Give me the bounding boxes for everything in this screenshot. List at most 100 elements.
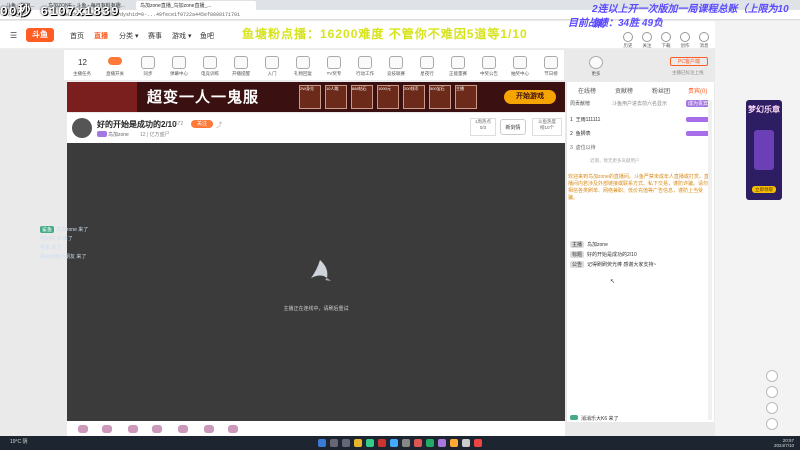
toolbar-label[interactable]: 主播任务 — [68, 71, 96, 77]
promo-card[interactable]: 梦幻乐章 立即领取 — [746, 100, 782, 200]
tab-vip[interactable]: 贵宾(0) — [688, 86, 707, 95]
work-icon[interactable] — [358, 56, 372, 69]
gift-reply-icon[interactable] — [296, 56, 310, 69]
anchor-name[interactable]: 鸟加zone — [108, 131, 129, 138]
toolbar-label[interactable]: 同步 — [134, 71, 162, 77]
nav-fishbar[interactable]: 鱼吧 — [200, 31, 214, 41]
app-icon[interactable] — [766, 370, 778, 382]
download-icon[interactable] — [661, 32, 671, 42]
feedback-icon[interactable] — [766, 402, 778, 414]
browser-icon[interactable] — [366, 439, 374, 447]
become-vip-button[interactable]: 成为贵宾 — [686, 100, 711, 107]
tab-fanclub[interactable]: 粉丝团 — [652, 86, 670, 95]
search-icon[interactable] — [330, 439, 338, 447]
esports-icon[interactable] — [203, 56, 217, 69]
tv-icon[interactable] — [327, 56, 341, 69]
app-icon[interactable] — [426, 439, 434, 447]
reminder-icon[interactable] — [234, 56, 248, 69]
reward-card: 1000元 — [377, 85, 399, 109]
rank-row[interactable]: 2 鱼狮表 — [570, 130, 591, 137]
gift-icon[interactable] — [78, 425, 88, 433]
start-icon[interactable] — [318, 439, 326, 447]
weather-widget[interactable]: 19°C 阴 — [10, 438, 28, 445]
app-icon[interactable] — [378, 439, 386, 447]
gift-icon[interactable] — [128, 425, 138, 433]
lottery-center-icon[interactable] — [513, 56, 527, 69]
gift-icon[interactable] — [178, 425, 188, 433]
toolbar-label[interactable]: 电竞训练 — [196, 71, 224, 77]
nav-category[interactable]: 分类 ▾ — [119, 31, 138, 41]
tab-online[interactable]: 在线榜 — [578, 86, 596, 95]
toolbar-label[interactable]: 开播提醒 — [227, 71, 255, 77]
message-icon[interactable] — [699, 32, 709, 42]
loading-text: 主播正在连线中，请刷后重试 — [283, 306, 349, 312]
tab-contribution[interactable]: 贡献榜 — [615, 86, 633, 95]
app-icon[interactable] — [462, 439, 470, 447]
promo-claim-button[interactable]: 立即领取 — [752, 186, 776, 193]
video-player[interactable]: 主播正在连线中，请刷后重试 — [67, 143, 565, 421]
toolbar-label[interactable]: 弹幕中心 — [165, 71, 193, 77]
taskview-icon[interactable] — [342, 439, 350, 447]
toolbar-label[interactable]: 更多 — [582, 71, 610, 77]
app-icon[interactable] — [402, 439, 410, 447]
star-icon[interactable] — [420, 56, 434, 69]
loading-fish-icon — [311, 260, 331, 281]
site-logo[interactable]: 斗鱼 — [26, 28, 54, 42]
nav-live[interactable]: 直播 — [94, 31, 108, 41]
explorer-icon[interactable] — [354, 439, 362, 447]
toolbar-label[interactable]: TV奖专 — [320, 71, 348, 77]
toolbar-label[interactable]: 正能量赛 — [444, 71, 472, 77]
history-icon[interactable] — [623, 32, 633, 42]
back-top-icon[interactable] — [766, 418, 778, 430]
nav-home[interactable]: 首页 — [70, 31, 84, 41]
create-icon[interactable] — [680, 32, 690, 42]
browser-tab-active[interactable]: 鸟加zone直播_鸟加zone直播_... — [136, 1, 256, 10]
app-icon[interactable] — [450, 439, 458, 447]
gift-icon[interactable] — [102, 425, 112, 433]
toolbar-label[interactable]: 中奖公告 — [475, 71, 503, 77]
anchor-avatar[interactable] — [72, 118, 92, 138]
nav-games[interactable]: 游戏 ▾ — [172, 31, 191, 41]
energy-icon[interactable] — [451, 56, 465, 69]
toolbar-label[interactable]: 入门 — [258, 71, 286, 77]
app-icon[interactable] — [390, 439, 398, 447]
toolbar-label[interactable]: 直播开关 — [101, 71, 129, 77]
gift-icon[interactable] — [152, 425, 162, 433]
share-icon[interactable]: ⤴ — [216, 120, 222, 129]
game-banner[interactable]: 超变一人一鬼服 2W身兑 10人跳 888钻石 1000元 200钱币 500宝… — [67, 82, 565, 112]
refresh-icon[interactable] — [766, 386, 778, 398]
weekly-hot-box[interactable]: 1周热点 0/3 — [470, 118, 496, 136]
sync-icon[interactable] — [141, 56, 155, 69]
gift-icon[interactable] — [228, 425, 238, 433]
toolbar-label[interactable]: 竞技联赛 — [382, 71, 410, 77]
app-icon[interactable] — [474, 439, 482, 447]
pc-client-button[interactable]: PC客户端 — [670, 57, 708, 66]
toolbar-label[interactable]: 节日榜 — [537, 71, 565, 77]
os-taskbar — [0, 436, 800, 450]
toolbar-label[interactable]: 行动工作 — [351, 71, 379, 77]
lottery-notice-icon[interactable] — [482, 56, 496, 69]
toolbar-label[interactable]: 礼物回复 — [289, 71, 317, 77]
toolbar-label[interactable]: 星夜行 — [413, 71, 441, 77]
more-icon[interactable] — [589, 56, 603, 69]
weekly-contribution-label: 周贡献榜 — [570, 101, 591, 107]
follow-button[interactable]: 关注 — [191, 120, 213, 128]
subscribe-button[interactable]: 新剑情 — [500, 119, 526, 135]
toolbar-label[interactable]: 抽奖中心 — [506, 71, 534, 77]
app-icon[interactable] — [414, 439, 422, 447]
gift-icon[interactable] — [204, 425, 214, 433]
rank-box[interactable]: 斗鱼热度 榜10个 — [532, 118, 562, 136]
intro-icon[interactable] — [265, 56, 279, 69]
rank-row[interactable]: 1 王雨111111 — [570, 116, 600, 123]
league-icon[interactable] — [389, 56, 403, 69]
url-field[interactable]: www.douyu.com/11596?dyshid=0-...49fece1f… — [60, 12, 480, 19]
danmaku-icon[interactable] — [172, 56, 186, 69]
live-toggle[interactable] — [108, 57, 122, 65]
chat-scrollbar[interactable] — [708, 100, 712, 420]
menu-icon[interactable]: ☰ — [10, 31, 17, 40]
festival-icon[interactable] — [544, 56, 558, 69]
app-icon[interactable] — [438, 439, 446, 447]
nav-events[interactable]: 赛事 — [148, 31, 162, 41]
follow-icon[interactable] — [642, 32, 652, 42]
start-game-button[interactable]: 开始游戏 — [504, 90, 556, 104]
